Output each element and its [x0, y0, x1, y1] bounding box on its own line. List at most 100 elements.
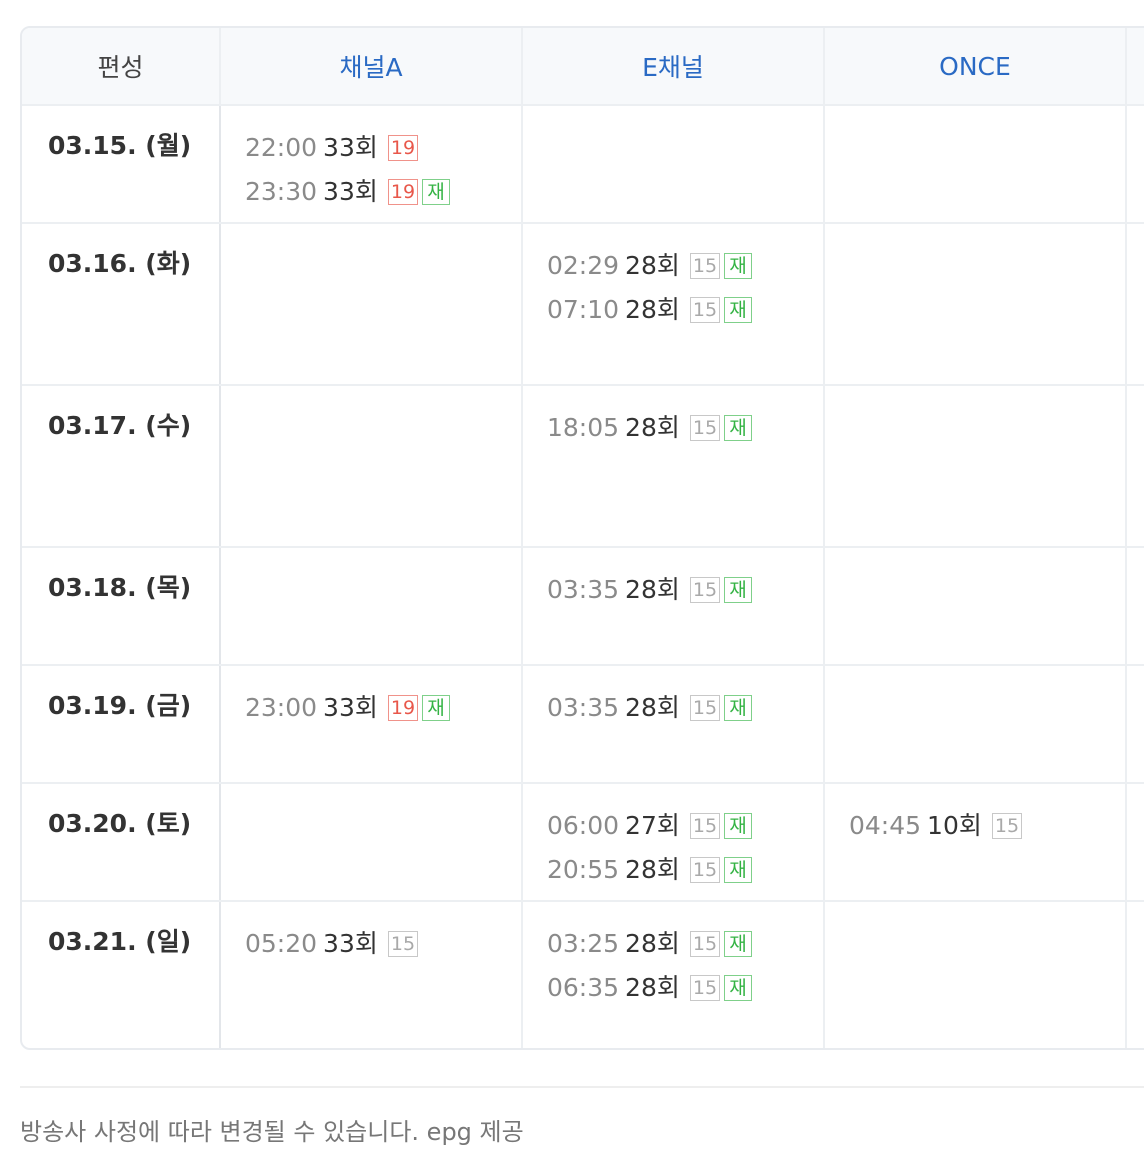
- age-rating-badge: 15: [689, 415, 721, 441]
- schedule-cell: 03:35 28회 15 재: [522, 547, 825, 666]
- rerun-badge: 재: [724, 813, 753, 839]
- rerun-badge: 재: [724, 577, 753, 603]
- schedule-cell-extra: [1126, 105, 1144, 224]
- episode-number: 33회: [323, 929, 378, 958]
- episode-number: 28회: [625, 295, 680, 324]
- header-channel-a[interactable]: 채널A: [220, 28, 523, 106]
- schedule-cell-extra: [1126, 783, 1144, 902]
- rerun-badge: 재: [724, 931, 753, 957]
- episode-number: 33회: [323, 133, 378, 162]
- footer-notice: 방송사 사정에 따라 변경될 수 있습니다. epg 제공: [20, 1118, 524, 1146]
- program-entry[interactable]: 04:45 10회 15: [849, 804, 1125, 848]
- schedule-cell: 03:35 28회 15 재: [522, 665, 825, 784]
- age-rating-badge: 15: [689, 577, 721, 603]
- schedule-cell-extra: [1126, 385, 1144, 548]
- schedule-cell: 05:20 33회 15: [220, 901, 523, 1048]
- date-cell: 03.20. (토): [22, 783, 221, 902]
- air-time: 03:35: [547, 693, 620, 722]
- table-row: 03.20. (토) 06:00 27회 15 재 20:55 28회 15 재 04:45 10회…: [22, 783, 1144, 902]
- header-channel-e[interactable]: E채널: [522, 28, 825, 106]
- age-rating-badge: 15: [689, 297, 721, 323]
- air-time: 18:05: [547, 413, 620, 442]
- air-time: 06:35: [547, 973, 620, 1002]
- schedule-cell: 18:05 28회 15 재: [522, 385, 825, 548]
- schedule-cell: [824, 223, 1127, 386]
- schedule-cell: 22:00 33회 19 23:30 33회 19 재: [220, 105, 523, 224]
- program-entry[interactable]: 23:00 33회 19 재: [245, 686, 521, 730]
- air-time: 07:10: [547, 295, 620, 324]
- program-entry[interactable]: 20:55 28회 15 재: [547, 848, 823, 892]
- age-rating-badge: 15: [689, 695, 721, 721]
- program-entry[interactable]: 03:35 28회 15 재: [547, 686, 823, 730]
- schedule-cell-extra: [1126, 547, 1144, 666]
- schedule-cell: 04:45 10회 15: [824, 783, 1127, 902]
- air-time: 03:35: [547, 575, 620, 604]
- air-time: 02:29: [547, 251, 620, 280]
- schedule-cell: [220, 223, 523, 386]
- age-rating-badge: 15: [387, 931, 419, 957]
- schedule-cell-extra: [1126, 901, 1144, 1048]
- program-entry[interactable]: 23:30 33회 19 재: [245, 170, 521, 214]
- program-entry[interactable]: 05:20 33회 15: [245, 922, 521, 966]
- date-cell: 03.21. (일): [22, 901, 221, 1048]
- episode-number: 28회: [625, 973, 680, 1002]
- air-time: 22:00: [245, 133, 318, 162]
- rerun-badge: 재: [724, 253, 753, 279]
- episode-number: 28회: [625, 251, 680, 280]
- rerun-badge: 재: [724, 695, 753, 721]
- date-cell: 03.16. (화): [22, 223, 221, 386]
- schedule-cell: 02:29 28회 15 재 07:10 28회 15 재: [522, 223, 825, 386]
- schedule-cell: [522, 105, 825, 224]
- rerun-badge: 재: [724, 415, 753, 441]
- episode-number: 28회: [625, 575, 680, 604]
- table-row: 03.21. (일) 05:20 33회 15 03:25 28회 15 재 06:35 28회 1…: [22, 901, 1144, 1048]
- schedule-cell: 06:00 27회 15 재 20:55 28회 15 재: [522, 783, 825, 902]
- age-rating-badge: 15: [991, 813, 1023, 839]
- age-rating-badge: 15: [689, 253, 721, 279]
- air-time: 06:00: [547, 811, 620, 840]
- rerun-badge: 재: [422, 179, 451, 205]
- schedule-table-wrapper: 편성 채널A E채널 ONCE 03.15. (월) 22:00 33회 19 23:3…: [20, 26, 1144, 1050]
- age-rating-badge: 19: [387, 135, 419, 161]
- episode-number: 28회: [625, 929, 680, 958]
- schedule-cell: [220, 547, 523, 666]
- episode-number: 33회: [323, 177, 378, 206]
- rerun-badge: 재: [724, 975, 753, 1001]
- table-row: 03.16. (화) 02:29 28회 15 재 07:10 28회 15 재: [22, 223, 1144, 386]
- schedule-cell: [824, 105, 1127, 224]
- episode-number: 28회: [625, 693, 680, 722]
- age-rating-badge: 15: [689, 931, 721, 957]
- program-entry[interactable]: 02:29 28회 15 재: [547, 244, 823, 288]
- schedule-cell: [220, 385, 523, 548]
- table-row: 03.19. (금) 23:00 33회 19 재 03:35 28회 15 재: [22, 665, 1144, 784]
- program-entry[interactable]: 18:05 28회 15 재: [547, 406, 823, 450]
- broadcast-schedule-table: 편성 채널A E채널 ONCE 03.15. (월) 22:00 33회 19 23:3…: [22, 28, 1144, 1048]
- program-entry[interactable]: 03:35 28회 15 재: [547, 568, 823, 612]
- episode-number: 10회: [927, 811, 982, 840]
- table-row: 03.18. (목) 03:35 28회 15 재: [22, 547, 1144, 666]
- rerun-badge: 재: [724, 857, 753, 883]
- rerun-badge: 재: [724, 297, 753, 323]
- table-header-row: 편성 채널A E채널 ONCE: [22, 28, 1144, 106]
- date-cell: 03.18. (목): [22, 547, 221, 666]
- air-time: 04:45: [849, 811, 922, 840]
- air-time: 23:30: [245, 177, 318, 206]
- episode-number: 27회: [625, 811, 680, 840]
- schedule-cell: [824, 665, 1127, 784]
- air-time: 23:00: [245, 693, 318, 722]
- program-entry[interactable]: 07:10 28회 15 재: [547, 288, 823, 332]
- schedule-body: 03.15. (월) 22:00 33회 19 23:30 33회 19 재 03.16. (화…: [22, 105, 1144, 1048]
- age-rating-badge: 19: [387, 695, 419, 721]
- program-entry[interactable]: 22:00 33회 19: [245, 126, 521, 170]
- program-entry[interactable]: 06:00 27회 15 재: [547, 804, 823, 848]
- age-rating-badge: 15: [689, 857, 721, 883]
- episode-number: 28회: [625, 413, 680, 442]
- table-row: 03.17. (수) 18:05 28회 15 재: [22, 385, 1144, 548]
- date-cell: 03.19. (금): [22, 665, 221, 784]
- program-entry[interactable]: 06:35 28회 15 재: [547, 966, 823, 1010]
- schedule-cell: [220, 783, 523, 902]
- header-channel-once[interactable]: ONCE: [824, 28, 1127, 106]
- age-rating-badge: 15: [689, 975, 721, 1001]
- schedule-cell: [824, 385, 1127, 548]
- program-entry[interactable]: 03:25 28회 15 재: [547, 922, 823, 966]
